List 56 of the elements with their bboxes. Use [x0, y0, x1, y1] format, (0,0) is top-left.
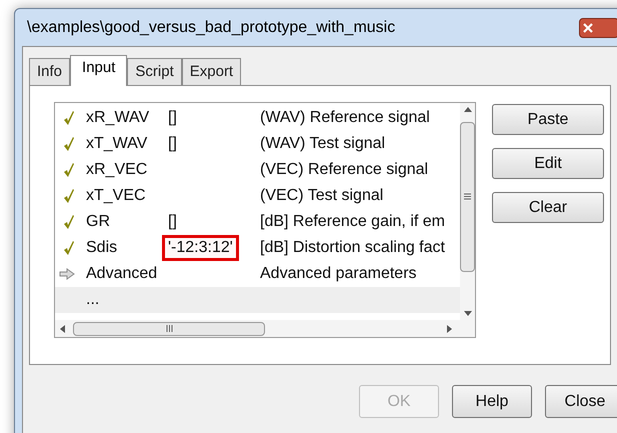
parameter-row[interactable]: xT_WAV [] (WAV) Test signal: [55, 131, 460, 157]
parameter-name: xR_WAV: [86, 108, 150, 128]
up-arrow-icon: [464, 107, 472, 112]
left-arrow-icon: [60, 324, 65, 332]
side-button[interactable]: Edit: [492, 148, 604, 179]
parameter-name: GR: [86, 212, 111, 232]
window-title: \examples\good_versus_bad_prototype_with_music: [27, 18, 396, 38]
parameter-description: (WAV) Test signal: [260, 134, 386, 154]
grip-icon: [464, 193, 471, 200]
parameter-row[interactable]: xR_VEC (VEC) Reference signal: [55, 157, 460, 183]
parameter-row[interactable]: xR_WAV [] (WAV) Reference signal: [55, 105, 460, 131]
check-icon: [63, 162, 75, 178]
parameter-row[interactable]: Advanced Advanced parameters: [55, 261, 460, 287]
parameter-value: []: [168, 212, 177, 232]
parameter-name: xT_WAV: [86, 134, 148, 154]
parameter-description: (VEC) Reference signal: [260, 160, 430, 180]
parameter-name: Advanced: [86, 264, 158, 284]
parameter-row[interactable]: ...: [55, 287, 460, 313]
parameter-name: xR_VEC: [86, 160, 148, 180]
check-icon: [63, 240, 75, 256]
parameter-description: (VEC) Test signal: [260, 186, 384, 206]
parameter-value: '-12:3:12': [162, 235, 239, 261]
scroll-thumb[interactable]: [73, 322, 265, 336]
check-icon: [63, 136, 75, 152]
check-icon: [63, 188, 75, 204]
down-arrow-icon: [464, 311, 472, 316]
side-button[interactable]: Clear: [492, 192, 604, 223]
check-icon: [63, 110, 75, 126]
tab[interactable]: Script: [127, 58, 182, 85]
arrow-icon: [59, 268, 75, 280]
parameter-description: (WAV) Reference signal: [260, 108, 431, 128]
parameter-description: [dB] Distortion scaling fact: [260, 238, 446, 258]
parameter-name: xT_VEC: [86, 186, 147, 206]
side-button[interactable]: Paste: [492, 104, 604, 135]
close-icon: [583, 22, 593, 32]
scroll-thumb[interactable]: [460, 122, 475, 272]
horizontal-scrollbar[interactable]: [55, 320, 475, 337]
close-button[interactable]: [579, 18, 617, 38]
dialog-button[interactable]: Close: [545, 385, 617, 418]
tab[interactable]: Export: [182, 58, 242, 85]
check-icon: [63, 214, 75, 230]
right-arrow-icon: [447, 324, 452, 332]
parameter-row[interactable]: GR [] [dB] Reference gain, if em: [55, 209, 460, 235]
parameter-name: ...: [86, 290, 100, 310]
parameter-value: []: [168, 134, 177, 154]
parameter-description: [dB] Reference gain, if em: [260, 212, 446, 232]
tab[interactable]: Info: [29, 58, 70, 85]
tab[interactable]: Input: [70, 55, 128, 86]
vertical-scrollbar[interactable]: [460, 103, 475, 320]
parameter-row[interactable]: xT_VEC (VEC) Test signal: [55, 183, 460, 209]
parameter-value: []: [168, 108, 177, 128]
parameter-row[interactable]: Sdis '-12:3:12' [dB] Distortion scaling fact: [55, 235, 460, 261]
parameter-name: Sdis: [86, 238, 118, 258]
dialog-button[interactable]: Help: [452, 385, 532, 418]
grip-icon: [166, 325, 172, 332]
parameter-description: Advanced parameters: [260, 264, 418, 284]
